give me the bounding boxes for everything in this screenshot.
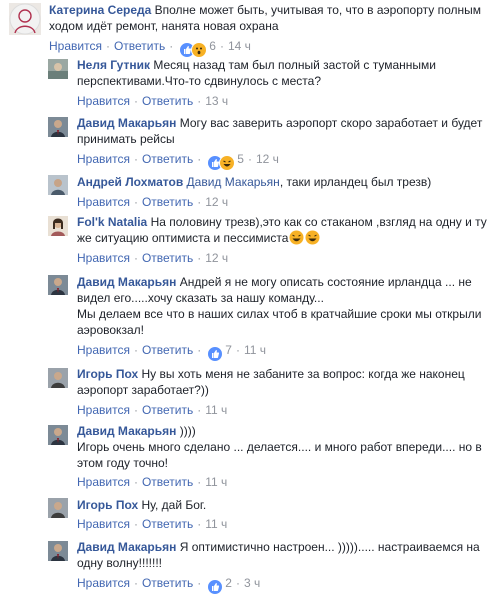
comment-author[interactable]: Неля Гутник xyxy=(77,58,150,72)
reply-button[interactable]: Ответить xyxy=(142,475,193,489)
comment-actions: Нравится · Ответить · 12 ч xyxy=(77,251,229,265)
like-button[interactable]: Нравится xyxy=(77,343,130,357)
comment-time[interactable]: 11 ч xyxy=(205,403,227,417)
haha-reaction-icon xyxy=(219,154,236,171)
like-button[interactable]: Нравится xyxy=(77,251,130,265)
like-button[interactable]: Нравится xyxy=(77,403,130,417)
reaction-count: 7 xyxy=(225,343,232,357)
laughing-emoji-icon xyxy=(305,230,320,245)
avatar[interactable] xyxy=(9,3,41,35)
comment-author[interactable]: Игорь Пох xyxy=(77,367,138,381)
reply-button[interactable]: Ответить xyxy=(142,152,193,166)
like-button[interactable]: Нравится xyxy=(49,39,102,53)
comment-actions: Нравится · Ответить · 5 · 12 ч xyxy=(77,152,279,171)
avatar[interactable] xyxy=(48,368,68,388)
laughing-emoji-icon xyxy=(289,230,304,245)
reply-button[interactable]: Ответить xyxy=(114,39,165,53)
mention-link[interactable]: Давид Макарьян xyxy=(187,175,280,189)
avatar[interactable] xyxy=(48,498,68,518)
comment-time[interactable]: 11 ч xyxy=(205,517,227,531)
avatar[interactable] xyxy=(48,275,68,295)
reply-button[interactable]: Ответить xyxy=(142,94,193,108)
comment-author[interactable]: Игорь Пох xyxy=(77,498,138,512)
comment-time[interactable]: 12 ч xyxy=(256,152,279,166)
avatar[interactable] xyxy=(48,216,68,236)
reaction-count: 5 xyxy=(237,152,244,166)
comment-author[interactable]: Давид Макарьян xyxy=(77,116,176,130)
comment-time[interactable]: 11 ч xyxy=(244,343,266,357)
comment-actions: Нравится · Ответить · 11 ч xyxy=(77,517,228,531)
reactions[interactable] xyxy=(179,41,208,58)
comment-author[interactable]: Fol'k Natalia xyxy=(77,215,147,229)
reactions[interactable] xyxy=(207,345,224,362)
comment-actions: Нравится · Ответить · 11 ч xyxy=(77,403,228,417)
reaction-count: 6 xyxy=(209,39,216,53)
avatar[interactable] xyxy=(48,425,68,445)
avatar[interactable] xyxy=(48,59,68,79)
comment-author[interactable]: Давид Макарьян xyxy=(77,424,176,438)
like-button[interactable]: Нравится xyxy=(77,152,130,166)
like-reaction-icon xyxy=(207,345,224,362)
comment-author[interactable]: Давид Макарьян xyxy=(77,540,176,554)
comment-actions: Нравится · Ответить · 7 · 11 ч xyxy=(77,343,266,362)
comment-time[interactable]: 14 ч xyxy=(228,39,251,53)
comment-time[interactable]: 13 ч xyxy=(205,94,228,108)
comment-time[interactable]: 3 ч xyxy=(244,576,260,590)
reply-button[interactable]: Ответить xyxy=(142,517,193,531)
comment-text: , таки ирландец был трезв) xyxy=(279,175,432,189)
like-button[interactable]: Нравится xyxy=(77,475,130,489)
reaction-count: 2 xyxy=(225,576,232,590)
wow-reaction-icon xyxy=(191,41,208,58)
like-button[interactable]: Нравится xyxy=(77,576,130,590)
comment-actions: Нравится · Ответить · 13 ч xyxy=(77,94,229,108)
comment-actions: Нравится · Ответить · 11 ч xyxy=(77,475,228,489)
comment-text: Мы делаем все что в наших силах чтоб в к… xyxy=(77,307,482,337)
reactions[interactable] xyxy=(207,154,236,171)
comment-text: )))) xyxy=(179,424,196,438)
comment-actions: Нравится · Ответить · 12 ч xyxy=(77,195,229,209)
comment-text: Игорь очень много сделано ... делается..… xyxy=(77,440,482,470)
reactions[interactable] xyxy=(207,578,224,595)
comment-actions: Нравится · Ответить · 2 · 3 ч xyxy=(77,576,260,595)
comment-time[interactable]: 11 ч xyxy=(205,475,227,489)
like-button[interactable]: Нравится xyxy=(77,94,130,108)
reply-button[interactable]: Ответить xyxy=(142,251,193,265)
reply-button[interactable]: Ответить xyxy=(142,343,193,357)
like-reaction-icon xyxy=(207,578,224,595)
comment-author[interactable]: Давид Макарьян xyxy=(77,275,176,289)
comment-text: Ну, дай Бог. xyxy=(141,498,207,512)
comment-author[interactable]: Катерина Середа xyxy=(49,3,151,17)
like-button[interactable]: Нравится xyxy=(77,195,130,209)
comment-time[interactable]: 12 ч xyxy=(205,251,228,265)
reply-button[interactable]: Ответить xyxy=(142,195,193,209)
comment-author[interactable]: Андрей Лохматов xyxy=(77,175,183,189)
avatar[interactable] xyxy=(48,117,68,137)
avatar[interactable] xyxy=(48,175,68,195)
reply-button[interactable]: Ответить xyxy=(142,403,193,417)
like-button[interactable]: Нравится xyxy=(77,517,130,531)
comment-actions: Нравится · Ответить · 6 · 14 ч xyxy=(49,39,251,58)
comment-time[interactable]: 12 ч xyxy=(205,195,228,209)
avatar[interactable] xyxy=(48,541,68,561)
reply-button[interactable]: Ответить xyxy=(142,576,193,590)
